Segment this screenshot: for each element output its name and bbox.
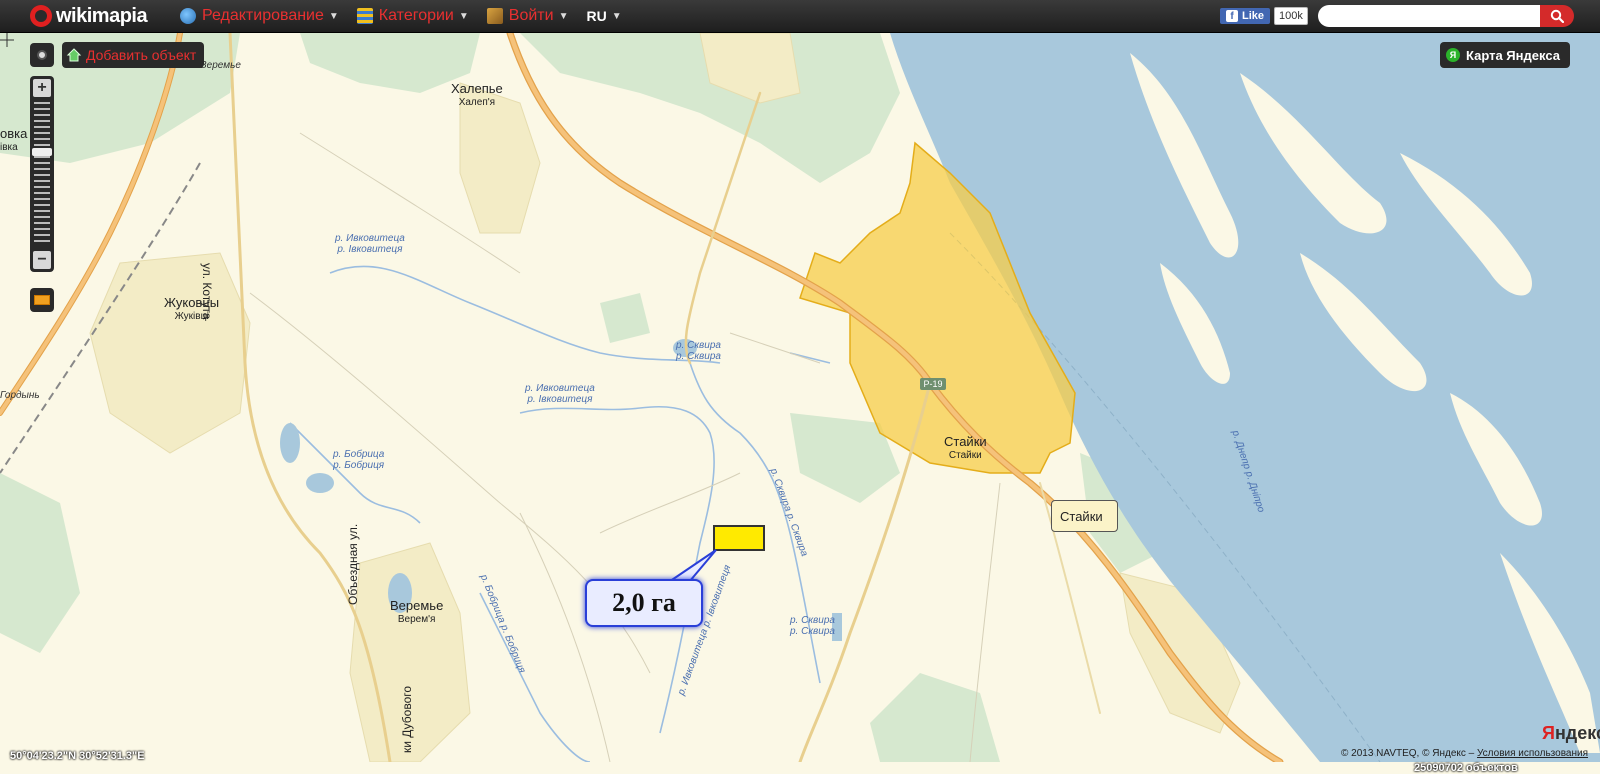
main-menu: Редактирование ▼ Категории ▼ Войти ▼ RU … xyxy=(180,0,640,32)
facebook-icon: f xyxy=(1226,10,1238,22)
language-selector[interactable]: RU ▼ xyxy=(586,8,621,24)
river-name: р. Бобрица xyxy=(333,449,385,460)
plot-area-callout: 2,0 га xyxy=(585,579,703,627)
zoom-scale[interactable] xyxy=(34,102,50,246)
yandex-logo[interactable]: Яндекс xyxy=(1542,723,1600,744)
menu-categories-label: Категории xyxy=(378,7,454,24)
river-name-ua: р. Бобриця xyxy=(333,460,385,471)
add-object-button[interactable]: Добавить объект xyxy=(62,42,205,68)
river-name: р. Сквира xyxy=(790,615,835,626)
place-label-halepye[interactable]: Халепье Халеп'я xyxy=(451,82,503,110)
place-name: Стайки xyxy=(944,434,987,449)
place-name-ua: Стайки xyxy=(948,450,982,461)
chevron-down-icon: ▼ xyxy=(558,10,569,22)
facebook-like-count: 100k xyxy=(1274,7,1308,25)
river-name: р. Ивковитеца xyxy=(525,383,595,394)
river-name-ua: р. Івковитеця xyxy=(337,244,403,255)
place-label-veremye[interactable]: Веремье Верем'я xyxy=(390,599,443,627)
copyright-text: © 2013 NAVTEQ, © Яндекс – xyxy=(1341,748,1475,759)
facebook-like-label: Like xyxy=(1242,10,1265,22)
river-label: р. Бобрица р. Бобриця xyxy=(333,449,384,471)
add-object-label: Добавить объект xyxy=(86,47,197,63)
staiki-tooltip[interactable]: Стайки xyxy=(1051,500,1118,532)
top-toolbar: wikimapia Редактирование ▼ Категории ▼ В… xyxy=(0,0,1600,33)
cursor-coordinates: 50°04'23.2"N 30°52'31.3"E xyxy=(10,750,145,762)
road-number-label: Р-19 xyxy=(923,379,943,389)
facebook-like-button[interactable]: f Like xyxy=(1220,8,1271,24)
yandex-map-button[interactable]: Я Карта Яндекса xyxy=(1440,42,1570,68)
yandex-logo-first: Я xyxy=(1542,723,1555,743)
search-input[interactable] xyxy=(1318,5,1540,27)
login-icon xyxy=(486,8,503,24)
street-label-obyezdnaya: Объездная ул. xyxy=(346,523,360,605)
place-name: овка xyxy=(0,126,28,141)
place-name: Халепье xyxy=(451,81,503,96)
yandex-map-icon: Я xyxy=(1446,48,1460,62)
land-plot-marker[interactable] xyxy=(713,525,765,551)
logo-text: wikimapia xyxy=(56,4,148,27)
place-label-partial[interactable]: овка івка xyxy=(0,127,27,155)
ruler-icon xyxy=(34,295,50,305)
menu-login-label: Войти xyxy=(508,7,554,24)
river-name-ua: р. Сквира xyxy=(790,626,835,637)
add-house-icon xyxy=(66,47,82,63)
river-name: р. Сквира xyxy=(676,340,721,351)
zoom-out-button[interactable]: − xyxy=(33,251,51,269)
menu-edit-label: Редактирование xyxy=(202,7,324,24)
wikimapia-logo-icon xyxy=(30,5,52,27)
street-label-dubovogo: ки Дубового xyxy=(400,685,414,753)
river-label: р. Ивковитеца р. Івковитеця xyxy=(525,383,595,405)
layers-icon xyxy=(37,50,47,60)
menu-categories[interactable]: Категории ▼ xyxy=(356,7,469,25)
facebook-like-widget: f Like 100k xyxy=(1220,7,1308,25)
river-label: р. Ивковитеца р. Івковитеця xyxy=(335,233,405,255)
edit-globe-icon xyxy=(180,8,196,24)
menu-login[interactable]: Войти ▼ xyxy=(486,7,569,25)
ruler-button[interactable] xyxy=(30,288,54,312)
map-graphics xyxy=(0,33,1600,762)
place-name-ua: Халеп'я xyxy=(458,97,496,108)
search-button[interactable] xyxy=(1540,5,1574,27)
street-label-kotuta: ул. Котута xyxy=(200,263,214,320)
place-name-ua: івка xyxy=(0,142,18,153)
chevron-down-icon: ▼ xyxy=(611,10,622,22)
yandex-map-label: Карта Яндекса xyxy=(1466,47,1560,63)
terms-of-use-link[interactable]: Условия использования xyxy=(1477,748,1588,759)
place-name: Веремье xyxy=(390,598,444,613)
language-label: RU xyxy=(586,8,607,24)
wikimapia-logo[interactable]: wikimapia xyxy=(30,4,148,28)
place-name-ua: Верем'я xyxy=(397,614,436,625)
yandex-logo-rest: ндекс xyxy=(1554,723,1600,743)
search-icon xyxy=(1550,9,1564,23)
zoom-slider-handle[interactable] xyxy=(32,148,52,156)
chevron-down-icon: ▼ xyxy=(458,10,469,22)
chevron-down-icon: ▼ xyxy=(328,10,339,22)
river-name: р. Ивковитеца xyxy=(335,233,405,244)
zoom-control: + − xyxy=(30,76,54,272)
map-center-crosshair-icon xyxy=(0,33,14,47)
copyright-notice: © 2013 NAVTEQ, © Яндекс – Условия исполь… xyxy=(1341,748,1588,759)
river-name-ua: р. Сквира xyxy=(676,351,721,362)
categories-icon xyxy=(356,8,373,24)
river-label: р. Сквира р. Сквира xyxy=(676,340,721,362)
place-label-gordyn: Гордынь xyxy=(0,390,40,401)
zoom-in-button[interactable]: + xyxy=(33,79,51,97)
river-label: р. Сквира р. Сквира xyxy=(790,615,835,637)
map-canvas[interactable]: Р-19 Халепье Халеп'я Жуковцы Жуківці Вер… xyxy=(0,33,1600,774)
place-label-staiki[interactable]: Стайки Стайки xyxy=(944,435,987,463)
river-name-ua: р. Івковитеця xyxy=(527,394,593,405)
objects-count: 25090702 объектов xyxy=(1414,762,1518,774)
menu-edit[interactable]: Редактирование ▼ xyxy=(180,7,339,25)
place-label-veremye-small: Веремье xyxy=(200,60,241,71)
layers-toggle-button[interactable] xyxy=(30,43,54,67)
